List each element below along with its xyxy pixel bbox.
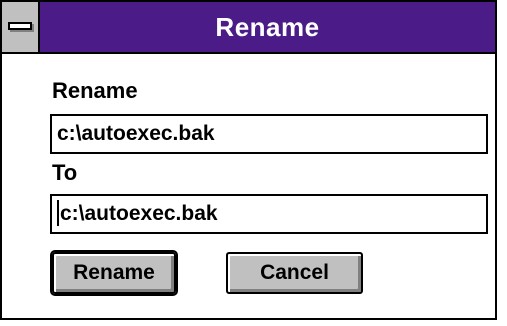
rename-to-label: To	[52, 160, 78, 185]
rename-from-label: Rename	[52, 78, 138, 103]
rename-to-input[interactable]: c:\autoexec.bak	[50, 194, 488, 234]
rename-button[interactable]: Rename	[50, 250, 178, 296]
dialog-title: Rename	[215, 12, 320, 42]
text-cursor	[57, 199, 59, 226]
cancel-button[interactable]: Cancel	[226, 252, 363, 294]
rename-from-field[interactable]: c:\autoexec.bak	[50, 114, 488, 154]
rename-from-value: c:\autoexec.bak	[57, 122, 215, 145]
system-menu-icon	[8, 22, 32, 30]
rename-dialog: Rename Rename c:\autoexec.bak To c:\auto…	[0, 0, 497, 320]
rename-to-value: c:\autoexec.bak	[60, 202, 218, 225]
title-bar[interactable]: Rename	[2, 2, 495, 54]
system-menu-button[interactable]	[2, 2, 40, 52]
